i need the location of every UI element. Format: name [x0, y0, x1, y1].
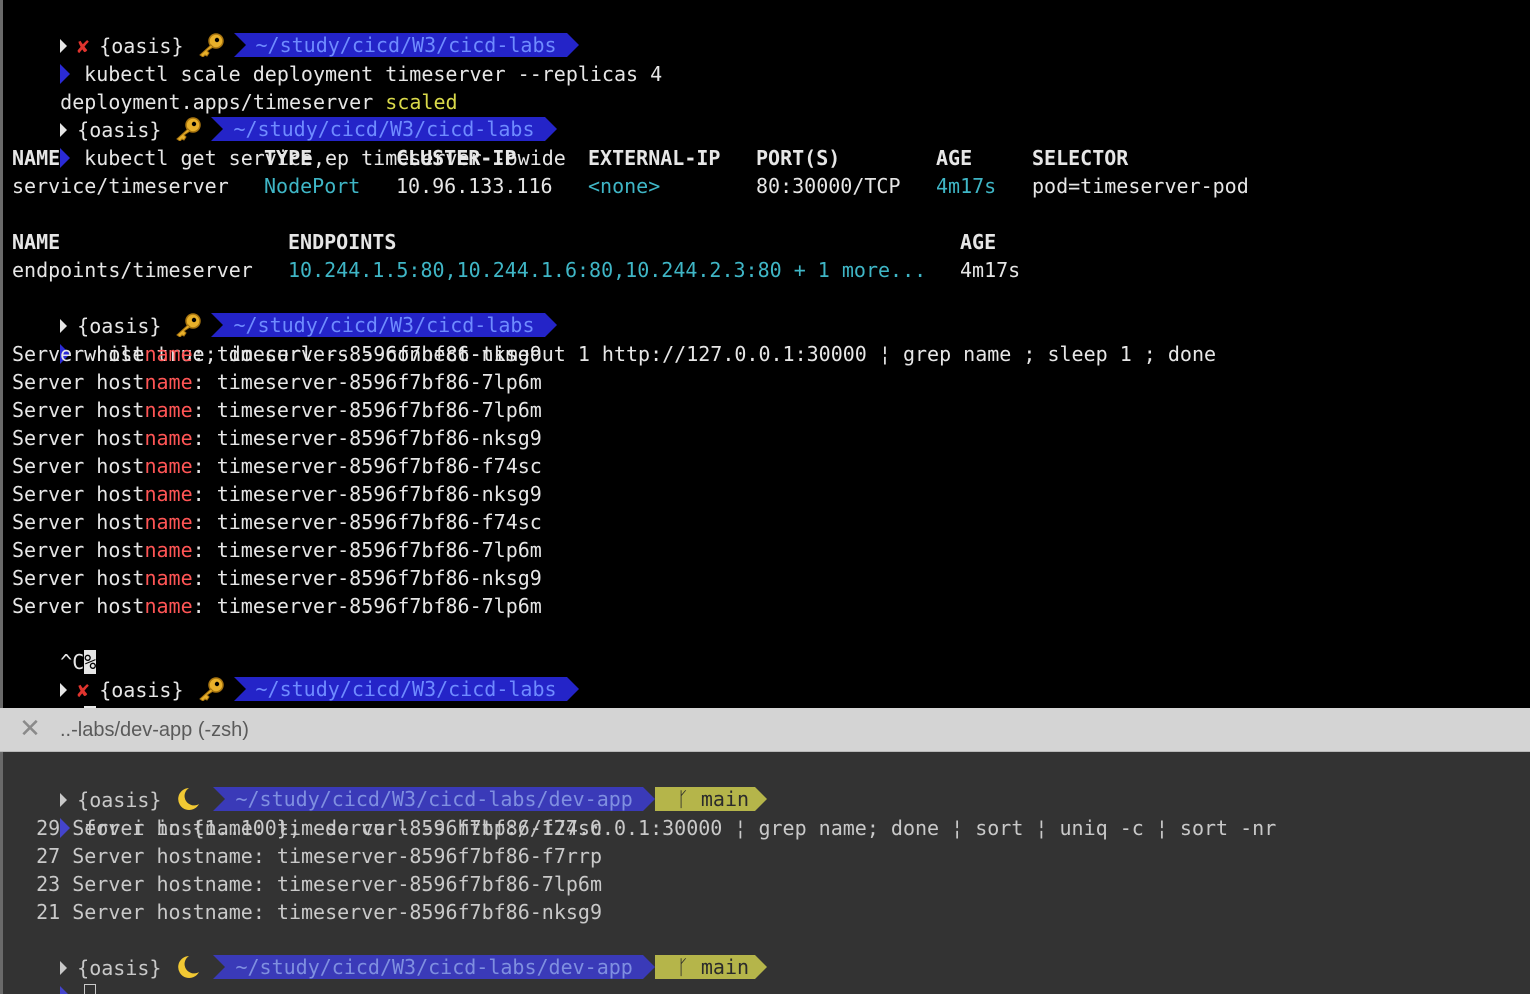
column-header: NAME: [12, 230, 61, 254]
table-cell: 4m17s: [960, 258, 1021, 282]
output-text: : timeserver-8596f7bf86-7lp6m: [192, 538, 542, 562]
column-header: TYPE: [264, 146, 313, 170]
prompt-path: ~/study/cicd/W3/cicd-labs: [233, 677, 579, 701]
output-line: 21 Server hostname: timeserver-8596f7bf8…: [12, 900, 603, 924]
output-line: deployment.apps/timeserver scaled: [12, 60, 457, 114]
grep-match: name: [144, 342, 193, 366]
output-line: Server hostname: timeserver-8596f7bf86-7…: [12, 592, 542, 620]
git-branch-name: main: [700, 955, 750, 979]
command-line: kubectl scale deployment timeserver --re…: [12, 32, 662, 86]
output-text: Server host: [12, 398, 145, 422]
output-text: : timeserver-8596f7bf86-nksg9: [192, 482, 542, 506]
output-line: Server hostname: timeserver-8596f7bf86-7…: [12, 368, 542, 396]
grep-match: name: [144, 538, 193, 562]
output-text: Server host: [12, 342, 145, 366]
pane-tab-bar: ✕ ..-labs/dev-app (-zsh): [0, 708, 1530, 752]
column-header: EXTERNAL-IP: [588, 146, 721, 170]
key-icon: [196, 677, 226, 702]
table-row: service/timeserver NodePort 10.96.133.11…: [12, 172, 1512, 200]
table-cell: service/timeserver: [12, 174, 229, 198]
output-text: : timeserver-8596f7bf86-7lp6m: [192, 398, 542, 422]
text-cursor[interactable]: [84, 984, 97, 994]
prompt-arrow-icon: [60, 986, 71, 994]
output-text: : timeserver-8596f7bf86-nksg9: [192, 566, 542, 590]
grep-match: name: [144, 398, 193, 422]
table-cell: pod=timeserver-pod: [1032, 174, 1249, 198]
git-branch-segment: ᚴ main: [654, 955, 768, 979]
prompt-context: {oasis}: [99, 678, 184, 702]
table-cell: 10.244.1.5:80,10.244.1.6:80,10.244.2.3:8…: [288, 258, 927, 282]
prompt-line: {oasis} ~/study/cicd/W3/cicd-labs: [12, 88, 557, 142]
grep-match: name: [144, 510, 193, 534]
prompt-path: ~/study/cicd/W3/cicd-labs/dev-app: [213, 955, 656, 979]
output-text: : timeserver-8596f7bf86-nksg9: [192, 426, 542, 450]
output-text: Server host: [12, 538, 145, 562]
output-text: : timeserver-8596f7bf86-7lp6m: [192, 594, 542, 618]
output-line: 27 Server hostname: timeserver-8596f7bf8…: [12, 844, 603, 868]
column-header: NAME: [12, 146, 61, 170]
close-icon[interactable]: ✕: [18, 715, 42, 741]
output-line: Server hostname: timeserver-8596f7bf86-n…: [12, 564, 542, 592]
table-row: endpoints/timeserver 10.244.1.5:80,10.24…: [12, 256, 1512, 284]
output-line: 29 Server hostname: timeserver-8596f7bf8…: [12, 816, 603, 840]
output-line: Server hostname: timeserver-8596f7bf86-7…: [12, 396, 542, 424]
grep-match: name: [144, 482, 193, 506]
terminal-pane-bottom[interactable]: {oasis} ~/study/cicd/W3/cicd-labs/dev-app…: [0, 752, 1530, 994]
output-text: Server host: [12, 482, 145, 506]
column-header: PORT(S): [756, 146, 841, 170]
service-table-header: NAME TYPE CLUSTER-IP EXTERNAL-IP PORT(S)…: [12, 144, 1512, 172]
output-text: : timeserver-8596f7bf86-f74sc: [192, 454, 542, 478]
output-text: : timeserver-8596f7bf86-nksg9: [192, 342, 542, 366]
output-line: Server hostname: timeserver-8596f7bf86-n…: [12, 424, 542, 452]
moon-icon: [173, 954, 201, 980]
output-line: Server hostname: timeserver-8596f7bf86-f…: [12, 452, 542, 480]
prompt-line: {oasis} ~/study/cicd/W3/cicd-labs: [12, 284, 557, 338]
output-line: Server hostname: timeserver-8596f7bf86-n…: [12, 480, 542, 508]
column-header: AGE: [936, 146, 973, 170]
column-header: AGE: [960, 230, 997, 254]
input-line[interactable]: [12, 676, 97, 708]
output-text: Server host: [12, 594, 145, 618]
output-text: : timeserver-8596f7bf86-f74sc: [192, 510, 542, 534]
table-cell: 80:30000/TCP: [756, 174, 901, 198]
terminal-pane-top[interactable]: ✘ {oasis} ~/study/cicd/W3/cicd-labs kubect…: [0, 0, 1530, 708]
output-line: Server hostname: timeserver-8596f7bf86-7…: [12, 536, 542, 564]
output-text: Server host: [12, 426, 145, 450]
output-text: Server host: [12, 566, 145, 590]
table-cell: <none>: [588, 174, 661, 198]
grep-match: name: [144, 594, 193, 618]
table-cell: NodePort: [264, 174, 361, 198]
grep-match: name: [144, 426, 193, 450]
output-text: : timeserver-8596f7bf86-7lp6m: [192, 370, 542, 394]
prompt-line: {oasis} ~/study/cicd/W3/cicd-labs/dev-app…: [12, 926, 768, 980]
output-line: Server hostname: timeserver-8596f7bf86-n…: [12, 340, 542, 368]
table-cell: 10.96.133.116: [396, 174, 553, 198]
pane-title[interactable]: ..-labs/dev-app (-zsh): [60, 719, 249, 742]
endpoints-table-header: NAME ENDPOINTS AGE: [12, 228, 1512, 256]
command-line: kubectl get service,ep timeserver -owide: [12, 116, 566, 170]
prompt-line: ✘ {oasis} ~/study/cicd/W3/cicd-labs: [12, 4, 579, 58]
git-branch-icon: ᚴ: [676, 955, 689, 979]
column-header: CLUSTER-IP: [396, 146, 517, 170]
input-line[interactable]: [12, 954, 97, 994]
grep-match: name: [144, 454, 193, 478]
grep-match: name: [144, 370, 193, 394]
output-line: Server hostname: timeserver-8596f7bf86-f…: [12, 508, 542, 536]
output-text: Server host: [12, 510, 145, 534]
table-cell: 4m17s: [936, 174, 997, 198]
column-header: ENDPOINTS: [288, 230, 397, 254]
column-header: SELECTOR: [1032, 146, 1129, 170]
output-text: Server host: [12, 454, 145, 478]
prompt-line: {oasis} ~/study/cicd/W3/cicd-labs/dev-app…: [12, 758, 768, 812]
table-cell: endpoints/timeserver: [12, 258, 253, 282]
output-line: 23 Server hostname: timeserver-8596f7bf8…: [12, 872, 603, 896]
interrupt-line: ^C%: [12, 620, 97, 674]
command-line: while true; do curl -s --connect-timeout…: [12, 312, 1216, 366]
grep-match: name: [144, 566, 193, 590]
output-text: Server host: [12, 370, 145, 394]
prompt-line: ✘ {oasis} ~/study/cicd/W3/cicd-labs: [12, 648, 579, 702]
